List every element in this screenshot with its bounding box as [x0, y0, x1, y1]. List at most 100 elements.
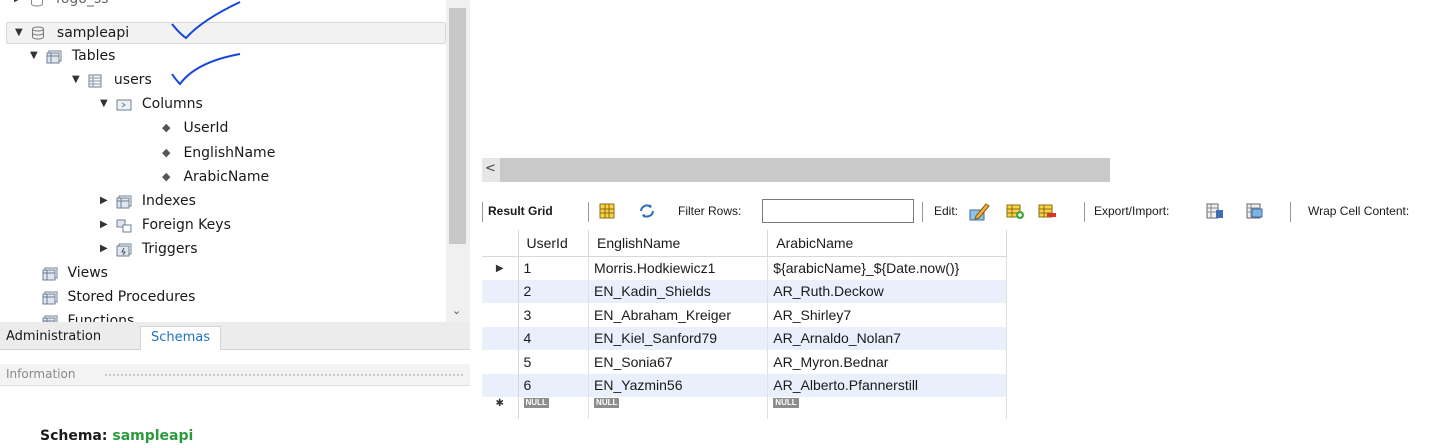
scrollbar-thumb[interactable] — [449, 8, 466, 244]
column-diamond-icon: ◆ — [162, 121, 171, 134]
folder-view-icon — [42, 266, 58, 281]
schema-info: Schema: sampleapi — [40, 428, 193, 444]
add-row-icon[interactable] — [1006, 202, 1024, 220]
table-row[interactable]: 2 EN_Kadin_Shields AR_Ruth.Deckow — [482, 279, 1007, 303]
tree-node-columns[interactable]: ▼ Columns — [100, 93, 203, 115]
new-table-row[interactable]: ✱ NULL NULL NULL — [482, 397, 1007, 419]
drag-grip — [104, 373, 464, 378]
tree-node-views[interactable]: Views — [42, 262, 108, 284]
tree-node-column[interactable]: ◆ ArabicName — [162, 166, 269, 188]
chevron-left-icon[interactable]: < — [485, 161, 496, 176]
result-toolbar: Result Grid Filter Rows: Edit: Export/Im… — [482, 196, 1431, 226]
schema-info-value: sampleapi — [112, 428, 194, 444]
information-label: Information — [6, 367, 76, 381]
expand-arrow-icon[interactable]: ▶ — [14, 0, 26, 10]
cell-userid[interactable]: 1 — [518, 256, 590, 280]
tab-administration[interactable]: Administration — [0, 326, 107, 350]
chevron-down-icon[interactable]: ⌄ — [452, 304, 461, 317]
cell-englishname[interactable]: EN_Yazmin56 — [588, 373, 769, 397]
cell-englishname[interactable]: EN_Kadin_Shields — [588, 279, 769, 303]
editor-horizontal-scrollbar[interactable]: < — [482, 158, 1110, 182]
delete-row-icon[interactable] — [1038, 202, 1056, 220]
null-badge: NULL — [594, 398, 620, 408]
edit-label: Edit: — [934, 204, 959, 218]
folder-table-icon — [116, 194, 132, 209]
table-row[interactable]: 6 EN_Yazmin56 AR_Alberto.Pfannerstill — [482, 373, 1007, 397]
table-row[interactable]: 5 EN_Sonia67 AR_Myron.Bednar — [482, 350, 1007, 374]
tree-node-indexes[interactable]: ▶ Indexes — [100, 190, 196, 212]
tab-schemas[interactable]: Schemas — [140, 326, 222, 350]
cell-englishname[interactable]: Morris.Hodkiewicz1 — [588, 256, 769, 280]
cell-englishname[interactable]: EN_Kiel_Sanford79 — [588, 326, 769, 350]
cell-englishname[interactable]: EN_Sonia67 — [588, 350, 769, 374]
edit-pencil-icon[interactable] — [968, 200, 990, 222]
collapse-arrow-icon[interactable]: ▼ — [15, 23, 27, 43]
table-row[interactable]: ▶ 1 Morris.Hodkiewicz1 ${arabicName}_${D… — [482, 256, 1007, 280]
column-header-arabicname[interactable]: ArabicName — [767, 230, 1007, 257]
cell-arabicname[interactable]: NULL — [767, 397, 1007, 419]
cell-userid[interactable]: NULL — [518, 397, 590, 419]
cell-arabicname[interactable]: AR_Shirley7 — [767, 303, 1007, 327]
navigator-tabs: Administration Schemas — [0, 322, 470, 350]
column-header-englishname[interactable]: EnglishName — [588, 230, 769, 257]
tree-node-triggers[interactable]: ▶ Triggers — [100, 238, 197, 260]
schema-tree: ▶ fogo_ss ▼ sampleapi ▼ Tables ▼ — [0, 0, 446, 322]
expand-arrow-icon[interactable]: ▶ — [100, 238, 112, 260]
column-diamond-icon: ◆ — [162, 170, 171, 183]
handwritten-check-icon — [171, 53, 241, 86]
collapse-arrow-icon[interactable]: ▼ — [72, 69, 84, 91]
toolbar-separator — [588, 202, 589, 222]
result-grid: UserId EnglishName ArabicName ▶ 1 Morris… — [482, 230, 1007, 419]
collapse-arrow-icon[interactable]: ▼ — [100, 93, 112, 115]
cell-userid[interactable]: 5 — [518, 350, 590, 374]
schema-info-label: Schema: — [40, 428, 108, 444]
information-header[interactable]: Information — [0, 364, 470, 386]
cell-arabicname[interactable]: AR_Arnaldo_Nolan7 — [767, 326, 1007, 350]
expand-arrow-icon[interactable]: ▶ — [100, 214, 112, 236]
scrollbar-thumb[interactable] — [500, 158, 1110, 182]
row-indicator — [482, 326, 519, 350]
filter-rows-input[interactable] — [762, 199, 914, 223]
form-editor-icon[interactable] — [598, 202, 616, 220]
cell-userid[interactable]: 4 — [518, 326, 590, 350]
folder-procedure-icon — [42, 290, 58, 305]
row-indicator — [482, 350, 519, 374]
cell-userid[interactable]: 6 — [518, 373, 590, 397]
export-icon[interactable] — [1206, 202, 1224, 220]
row-indicator — [482, 373, 519, 397]
row-indicator-header — [482, 230, 519, 257]
refresh-icon[interactable] — [638, 202, 656, 220]
column-header-userid[interactable]: UserId — [518, 230, 590, 257]
tree-node-column[interactable]: ◆ UserId — [162, 117, 228, 139]
expand-arrow-icon[interactable]: ▶ — [100, 190, 112, 212]
cell-arabicname[interactable]: ${arabicName}_${Date.now()} — [767, 256, 1007, 280]
toolbar-separator — [482, 202, 483, 222]
result-grid-button[interactable]: Result Grid — [488, 196, 553, 226]
row-indicator — [482, 279, 519, 303]
filter-rows-label: Filter Rows: — [678, 204, 742, 218]
export-import-label: Export/Import: — [1094, 204, 1170, 218]
cell-englishname[interactable]: NULL — [588, 397, 769, 419]
tree-node-foreign-keys[interactable]: ▶ Foreign Keys — [100, 214, 231, 236]
tree-node-table-users[interactable]: ▼ users — [72, 69, 152, 91]
cell-englishname[interactable]: EN_Abraham_Kreiger — [588, 303, 769, 327]
table-row[interactable]: 4 EN_Kiel_Sanford79 AR_Arnaldo_Nolan7 — [482, 326, 1007, 350]
collapse-arrow-icon[interactable]: ▼ — [30, 45, 42, 67]
cell-userid[interactable]: 3 — [518, 303, 590, 327]
import-icon[interactable] — [1246, 202, 1264, 220]
tree-node-partial[interactable]: ▶ fogo_ss — [14, 0, 108, 10]
tree-node-functions[interactable]: Functions — [42, 310, 134, 322]
tree-scrollbar[interactable]: ⌄ — [446, 0, 470, 322]
cell-arabicname[interactable]: AR_Ruth.Deckow — [767, 279, 1007, 303]
handwritten-check-icon — [171, 1, 241, 40]
cell-arabicname[interactable]: AR_Alberto.Pfannerstill — [767, 373, 1007, 397]
toolbar-separator — [1084, 202, 1085, 222]
tree-node-stored-procedures[interactable]: Stored Procedures — [42, 286, 195, 308]
table-row[interactable]: 3 EN_Abraham_Kreiger AR_Shirley7 — [482, 303, 1007, 327]
tree-node-tables[interactable]: ▼ Tables — [30, 45, 115, 67]
folder-function-icon — [42, 314, 58, 322]
cell-userid[interactable]: 2 — [518, 279, 590, 303]
tree-node-column[interactable]: ◆ EnglishName — [162, 142, 275, 164]
wrap-cell-content-label: Wrap Cell Content: — [1308, 204, 1410, 218]
cell-arabicname[interactable]: AR_Myron.Bednar — [767, 350, 1007, 374]
